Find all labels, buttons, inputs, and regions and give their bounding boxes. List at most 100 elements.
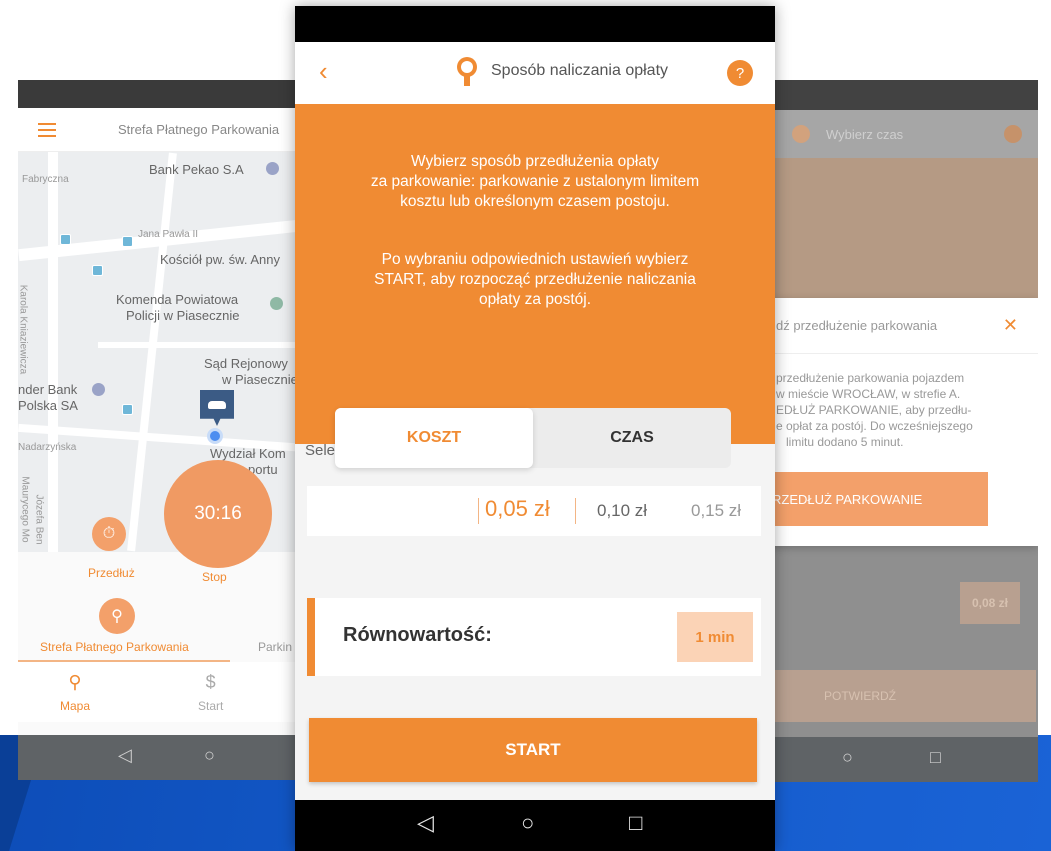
nav-item-map[interactable]: ⚲ Mapa xyxy=(60,672,90,713)
map-label: Karola Kniaziewicza xyxy=(18,284,29,375)
map-label: Nadarzyńska xyxy=(18,442,77,453)
equivalent-card: Równowartość: 1 min xyxy=(307,598,761,676)
nav-item-start[interactable]: $ Start xyxy=(198,672,223,713)
map-label: Polska SA xyxy=(18,398,78,413)
home-icon[interactable]: ○ xyxy=(521,810,534,836)
map-label: Maurycego Mo xyxy=(19,476,31,543)
bank-icon xyxy=(92,383,105,396)
back-icon[interactable]: ◁ xyxy=(118,745,132,766)
toggle-time[interactable]: CZAS xyxy=(533,408,731,468)
map-label: Kościół pw. św. Anny xyxy=(160,252,280,267)
amount-picker[interactable]: 0,05 zł 0,10 zł 0,15 zł xyxy=(307,486,761,536)
mode-toggle: KOSZT CZAS xyxy=(335,408,731,468)
map-label: Sąd Rejonowy xyxy=(204,356,288,371)
center-phone-payment-method-screen: ‹ Sposób naliczania opłaty ? Wybierz spo… xyxy=(295,6,775,851)
bus-stop-icon xyxy=(122,236,133,247)
amount-option[interactable]: 0,10 zł xyxy=(597,501,647,521)
app-title: Wybierz czas xyxy=(826,126,904,142)
system-navigation-bar: ◁ ○ xyxy=(18,735,308,780)
recents-icon[interactable]: □ xyxy=(930,747,941,768)
map-label: Policji w Piasecznie xyxy=(126,308,240,323)
app-bar: ‹ Sposób naliczania opłaty ? xyxy=(295,42,775,104)
map-label: Komenda Powiatowa xyxy=(116,292,239,307)
menu-icon[interactable] xyxy=(38,122,56,137)
bottom-navigation: ⚲ Mapa $ Start xyxy=(18,662,308,722)
system-navigation-bar: ◁ ○ □ xyxy=(295,800,775,851)
map-label: Fabryczna xyxy=(22,174,69,185)
info-line: START, aby rozpocząć przedłużenie nalicz… xyxy=(374,271,696,288)
equivalent-value: 1 min xyxy=(677,612,753,662)
zone-tabs: Strefa Płatnego Parkowania Parkin xyxy=(18,636,308,662)
app-bar: Strefa Płatnego Parkowania xyxy=(18,108,308,152)
recents-icon[interactable]: □ xyxy=(629,810,642,836)
bus-stop-icon xyxy=(92,265,103,276)
stop-label: Stop xyxy=(202,570,227,584)
dialog-message: przedłużenie parkowania pojazdem w mieśc… xyxy=(770,354,1038,450)
status-bar xyxy=(295,6,775,42)
extend-parking-button[interactable]: RZEDŁUŻ PARKOWANIE xyxy=(770,472,988,526)
bus-stop-icon xyxy=(60,234,71,245)
info-line: Wybierz sposób przedłużenia opłaty xyxy=(411,153,659,170)
page-title: Sposób naliczania opłaty xyxy=(491,62,669,79)
map-label: w Piasecznie xyxy=(222,372,298,387)
info-line: opłaty za postój. xyxy=(478,291,591,308)
info-line: kosztu lub określonym czasem postoju. xyxy=(400,193,670,210)
parking-meter-icon[interactable]: ⚲ xyxy=(99,598,135,634)
price-chip: 0,08 zł xyxy=(960,582,1020,624)
extend-parking-dialog: dź przedłużenie parkowania ✕ przedłużeni… xyxy=(770,298,1038,546)
confirm-button[interactable]: POTWIERDŹ xyxy=(770,670,1036,722)
info-banner: Wybierz sposób przedłużenia opłaty za pa… xyxy=(295,104,775,444)
help-icon[interactable]: ? xyxy=(727,60,753,86)
nav-label: Start xyxy=(198,699,224,713)
info-paragraph-1: Wybierz sposób przedłużenia opłaty za pa… xyxy=(315,152,755,212)
status-bar xyxy=(18,80,308,108)
parking-meter-icon xyxy=(792,125,810,143)
map-label: nder Bank xyxy=(18,382,78,397)
map-label: Bank Pekao S.A xyxy=(149,162,244,177)
bank-icon xyxy=(266,162,279,175)
parking-meter-icon xyxy=(457,57,477,86)
dialog-title: dź przedłużenie parkowania xyxy=(776,318,938,333)
back-arrow-icon[interactable]: ‹ xyxy=(319,56,328,87)
select-label: Sele xyxy=(305,442,336,459)
nav-label: Mapa xyxy=(60,699,91,713)
picker-divider xyxy=(478,498,479,524)
amount-option[interactable]: 0,15 zł xyxy=(691,501,741,521)
current-location-icon xyxy=(207,428,223,444)
stopwatch-icon[interactable]: ⏱ xyxy=(92,517,126,551)
app-bar: Wybierz czas xyxy=(770,110,1038,158)
dialog-line: limitu dodano 5 minut. xyxy=(786,435,904,449)
bus-stop-icon xyxy=(122,404,133,415)
map-label: Józefa Ben xyxy=(33,494,45,545)
right-phone-time-screen: Wybierz czas dź przedłużenie parkowania … xyxy=(770,80,1038,782)
home-icon[interactable]: ○ xyxy=(204,745,215,766)
equivalent-label: Równowartość: xyxy=(343,624,492,646)
app-title: Strefa Płatnego Parkowania xyxy=(118,122,280,137)
status-bar xyxy=(770,80,1038,110)
info-paragraph-2: Po wybraniu odpowiednich ustawień wybier… xyxy=(315,250,755,310)
map-label: Wydział Kom xyxy=(210,446,286,461)
system-navigation-bar: ○ □ xyxy=(770,737,1038,782)
left-phone-map-screen: Strefa Płatnego Parkowania Fabryczna Ban… xyxy=(18,80,308,780)
map-label: Jana Pawła II xyxy=(138,229,199,240)
info-line: Po wybraniu odpowiednich ustawień wybier… xyxy=(381,251,689,268)
dialog-line: w mieście WROCŁAW, w strefie A. xyxy=(776,387,961,401)
home-icon[interactable]: ○ xyxy=(842,747,853,768)
help-icon[interactable] xyxy=(1004,125,1022,143)
dialog-line: przedłużenie parkowania pojazdem xyxy=(776,371,965,385)
dollar-icon: $ xyxy=(205,672,216,692)
close-icon[interactable]: ✕ xyxy=(1003,315,1018,336)
tab-parking[interactable]: Parkin xyxy=(258,640,292,654)
toggle-cost[interactable]: KOSZT xyxy=(335,408,533,468)
road xyxy=(98,342,308,348)
police-icon xyxy=(270,297,283,310)
dialog-line: EDŁUŻ PARKOWANIE, aby przedłu- xyxy=(776,403,972,417)
dialog-header: dź przedłużenie parkowania ✕ xyxy=(770,298,1038,354)
timer-stop-button[interactable]: 30:16 xyxy=(164,460,272,568)
back-icon[interactable]: ◁ xyxy=(417,810,434,836)
map-pin-icon: ⚲ xyxy=(68,672,82,692)
amount-selected[interactable]: 0,05 zł xyxy=(485,496,550,522)
start-button[interactable]: START xyxy=(309,718,757,782)
info-line: za parkowanie: parkowanie z ustalonym li… xyxy=(370,173,700,190)
tab-paid-zone[interactable]: Strefa Płatnego Parkowania xyxy=(40,640,189,654)
